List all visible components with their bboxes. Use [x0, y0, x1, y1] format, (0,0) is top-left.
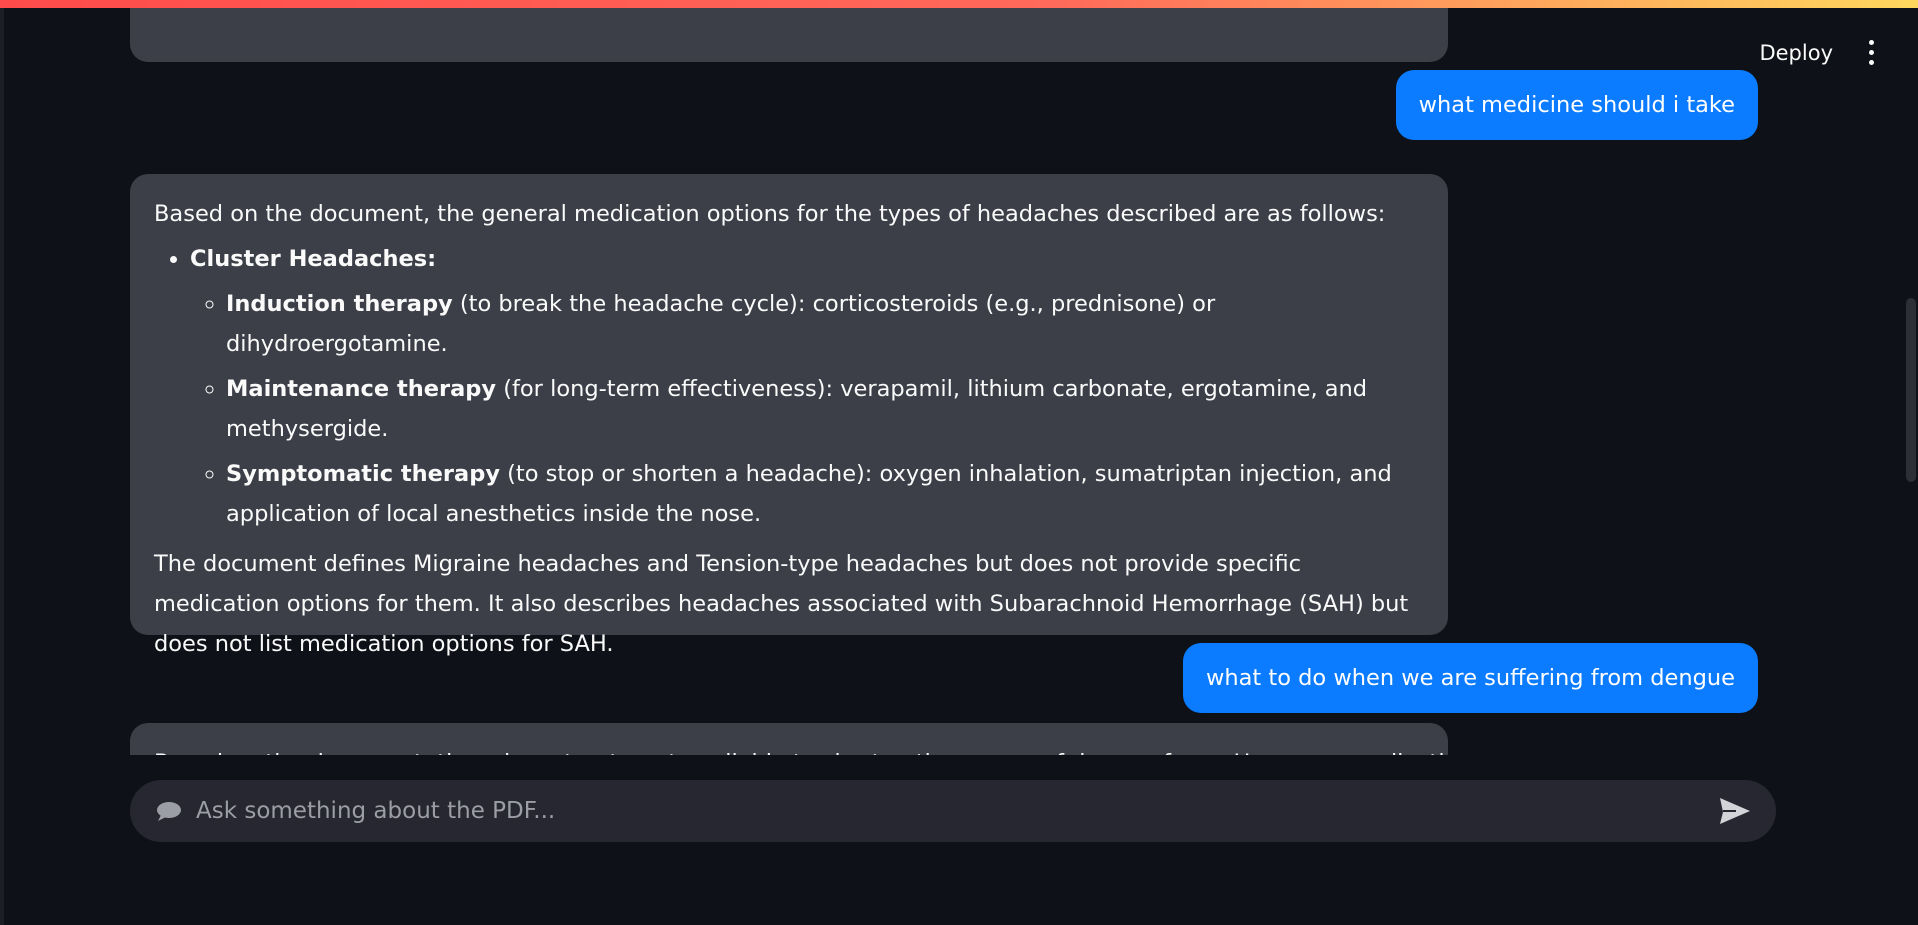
deploy-button[interactable]: Deploy	[1759, 41, 1833, 65]
list-item: Induction therapy (to break the headache…	[226, 284, 1424, 364]
list-item: Symptomatic therapy (to stop or shorten …	[226, 454, 1424, 534]
vertical-dots-icon[interactable]	[1865, 36, 1878, 69]
scrollbar[interactable]	[1904, 0, 1918, 925]
assistant-message-previous	[130, 0, 1448, 62]
therapy-sublist: Induction therapy (to break the headache…	[190, 284, 1424, 534]
chat-input-bar[interactable]	[130, 780, 1776, 842]
therapy-name: Maintenance therapy	[226, 376, 497, 402]
user-message: what to do when we are suffering from de…	[1182, 643, 1758, 713]
medication-list: Cluster Headaches: Induction therapy (to…	[154, 239, 1424, 534]
user-message-text: what medicine should i take	[1418, 92, 1735, 118]
speech-bubble-icon	[157, 802, 181, 821]
assistant-message: Based on the document, the general medic…	[130, 174, 1448, 657]
list-item: Cluster Headaches: Induction therapy (to…	[190, 239, 1424, 534]
chat-history[interactable]: what medicine should i take Based on the…	[0, 0, 1900, 755]
assistant-message-partial: Based on the document, there is no treat…	[130, 723, 1532, 755]
assistant-intro: Based on the document, the general medic…	[154, 201, 1386, 227]
user-message: what medicine should i take	[1395, 70, 1758, 140]
bullet-heading: Cluster Headaches:	[190, 246, 437, 272]
left-edge	[0, 0, 4, 925]
therapy-name: Induction therapy	[226, 291, 453, 317]
assistant-partial-text: Based on the document, there is no treat…	[154, 743, 1532, 755]
send-arrow-icon[interactable]	[1718, 796, 1752, 826]
user-message-text: what to do when we are suffering from de…	[1205, 665, 1735, 691]
list-item: Maintenance therapy (for long-term effec…	[226, 369, 1424, 449]
top-accent-bar	[0, 0, 1918, 8]
therapy-name: Symptomatic therapy	[226, 461, 500, 487]
app-toolbar: Deploy	[1759, 36, 1878, 69]
chat-input[interactable]	[194, 797, 1718, 825]
scrollbar-thumb[interactable]	[1906, 298, 1916, 482]
